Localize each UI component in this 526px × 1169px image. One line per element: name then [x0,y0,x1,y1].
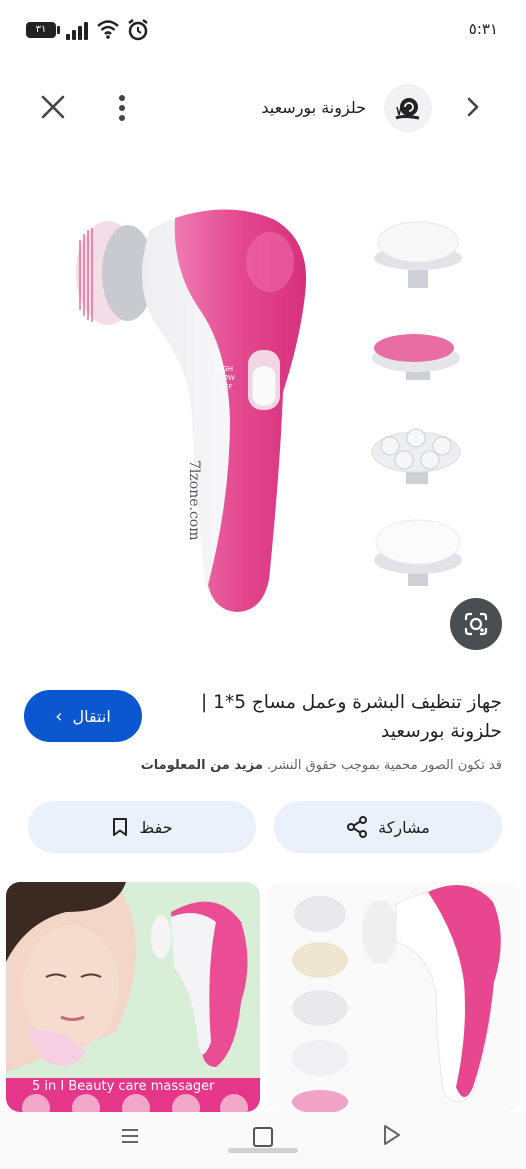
wifi-icon [97,20,119,39]
related-image-2[interactable] [268,882,520,1112]
nav-back-icon[interactable] [382,1124,402,1146]
gesture-handle [228,1148,298,1153]
switch-high-label: HIGH [215,365,233,373]
battery-level: ٣١ [35,24,47,35]
thumbnail-caption: 5 in I Beauty care massager [32,1079,215,1094]
site-title[interactable]: حلزونة بورسعيد [261,98,366,117]
attachment-pumice-pink [372,334,460,380]
battery-icon: ٣١ [26,22,56,38]
product-title[interactable]: جهاز تنظيف البشرة وعمل مساج 5*1 | حلزونة… [184,688,502,746]
save-button[interactable]: حفظ [28,801,256,853]
attachment-massager [371,428,461,484]
thumbnail-illustration-2 [268,882,520,1112]
learn-more-link[interactable]: مزيد من المعلومات [141,758,263,773]
home-icon[interactable] [253,1127,273,1147]
share-icon [347,816,368,838]
product-image[interactable]: HIGH LOW OFF 7lzone.com [0,170,526,650]
attachment-brush-white [374,221,462,288]
copyright-notice: قد تكون الصور محمية بموجب حقوق النشر. مز… [141,758,502,773]
chevron-right-icon[interactable] [458,92,488,122]
alarm-icon [128,19,148,41]
visit-label: انتقال [72,706,111,726]
watermark-text: 7lzone.com [186,460,202,541]
battery-cap [57,26,60,34]
switch-off-label: OFF [219,383,233,391]
share-button[interactable]: مشاركة [274,801,502,853]
recent-apps-icon[interactable] [120,1126,140,1146]
snail-logo-icon [395,98,420,120]
google-lens-button[interactable] [450,598,502,650]
thumbnail-illustration: 5 in I Beauty care massager [6,882,260,1112]
signal-icon [66,20,88,40]
switch-low-label: LOW [219,374,235,382]
product-illustration: HIGH LOW OFF 7lzone.com [76,209,462,612]
close-icon[interactable] [36,90,70,124]
status-time: ٥:٣١ [468,20,498,38]
related-image-1[interactable]: 5 in I Beauty care massager [6,882,260,1112]
more-vert-icon[interactable] [115,92,129,126]
lens-icon [464,612,488,636]
save-label: حفظ [139,817,173,837]
notice-text: قد تكون الصور محمية بموجب حقوق النشر. [267,758,502,773]
attachment-sponge [374,519,462,586]
visit-button[interactable]: ‹ انتقال [24,690,142,742]
chevron-left-icon: ‹ [55,705,63,727]
bookmark-icon [113,818,128,836]
site-logo[interactable] [384,84,432,132]
share-label: مشاركة [378,817,430,837]
